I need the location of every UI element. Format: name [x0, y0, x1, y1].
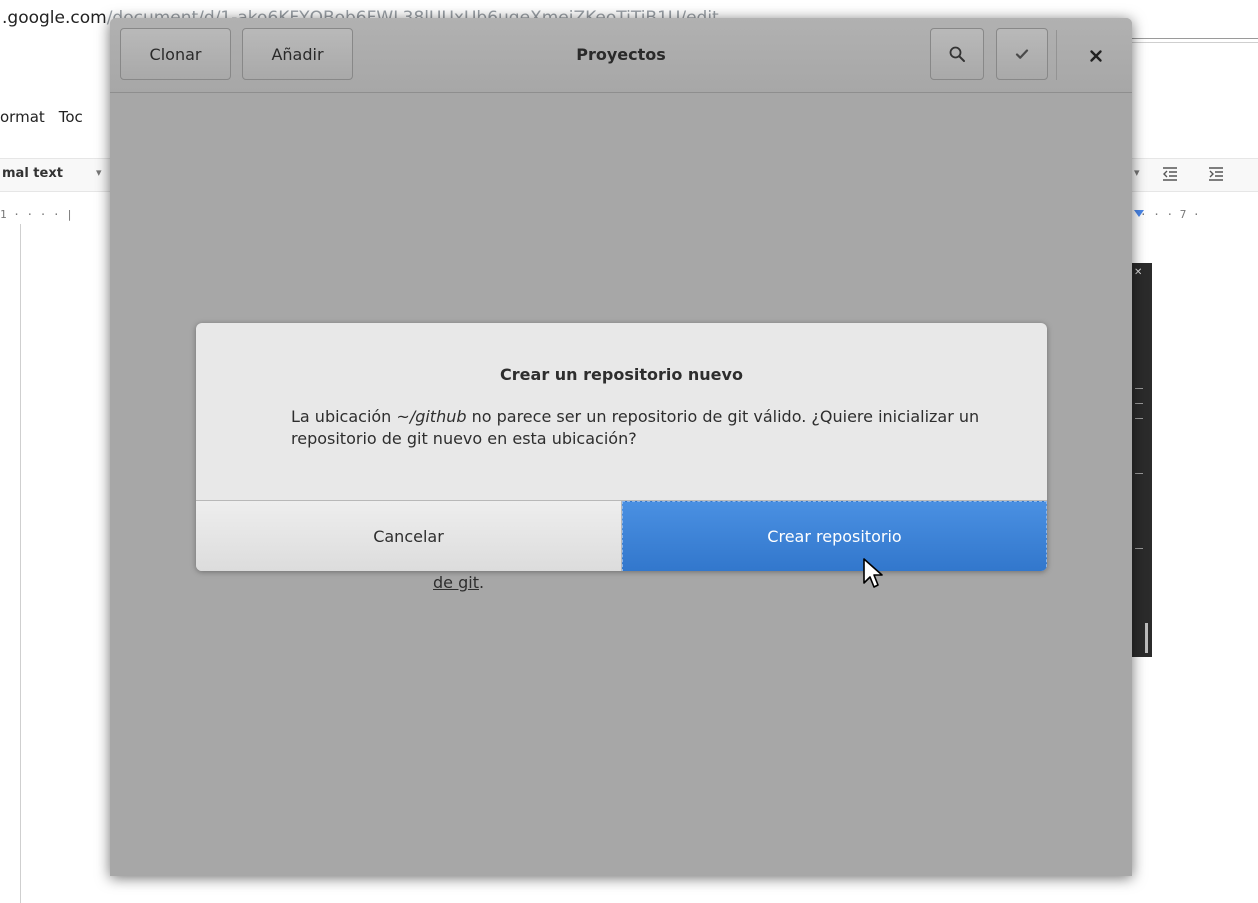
- close-icon[interactable]: ✕: [1134, 267, 1142, 278]
- docs-menubar: ormat Toc: [0, 108, 97, 134]
- chevron-down-icon: ▾: [96, 166, 102, 179]
- tick-mark: [1135, 403, 1143, 404]
- git-link[interactable]: de git: [433, 573, 479, 592]
- message-prefix: La ubicación: [291, 407, 397, 426]
- url-host: .google.com: [2, 8, 107, 28]
- close-button[interactable]: [1076, 38, 1116, 74]
- period: .: [478, 573, 485, 592]
- paragraph-style-select[interactable]: mal text: [2, 166, 63, 181]
- scrollbar-thumb[interactable]: [1145, 623, 1148, 653]
- dialog-message: La ubicación ~/github no parece ser un r…: [291, 406, 991, 450]
- divider: [1128, 38, 1258, 39]
- create-repository-button[interactable]: Crear repositorio: [622, 501, 1047, 571]
- increase-indent-icon[interactable]: [1206, 164, 1226, 184]
- clone-button[interactable]: Clonar: [120, 28, 231, 80]
- menu-tools[interactable]: Toc: [59, 108, 83, 126]
- add-button[interactable]: Añadir: [242, 28, 353, 80]
- header-bar: Clonar Añadir Proyectos: [110, 18, 1132, 93]
- mouse-cursor-icon: [863, 558, 883, 588]
- confirm-button[interactable]: [996, 28, 1048, 80]
- location-path: ~/github: [396, 407, 467, 426]
- search-icon: [949, 46, 965, 62]
- dialog-title: Crear un repositorio nuevo: [500, 365, 743, 384]
- search-button[interactable]: [930, 28, 984, 80]
- close-icon: [1090, 50, 1102, 62]
- page-edge: [20, 224, 21, 903]
- tick-mark: [1135, 418, 1143, 419]
- divider: [1128, 42, 1258, 43]
- tick-mark: [1135, 473, 1143, 474]
- background-link-text: de git.: [433, 573, 484, 592]
- decrease-indent-icon[interactable]: [1160, 164, 1180, 184]
- tick-mark: [1135, 548, 1143, 549]
- menu-format[interactable]: ormat: [0, 108, 45, 126]
- ruler-right: · · · 7 ·: [1140, 208, 1200, 221]
- dialog-actions: Cancelar Crear repositorio: [196, 500, 1047, 571]
- tick-mark: [1135, 388, 1143, 389]
- chevron-down-icon: ▾: [1134, 166, 1140, 179]
- checkmark-icon: [1015, 49, 1029, 59]
- header-separator: [1056, 30, 1057, 80]
- cancel-button[interactable]: Cancelar: [196, 501, 622, 571]
- create-repo-dialog: Crear un repositorio nuevo La ubicación …: [196, 323, 1047, 571]
- side-panel: ✕: [1130, 263, 1152, 657]
